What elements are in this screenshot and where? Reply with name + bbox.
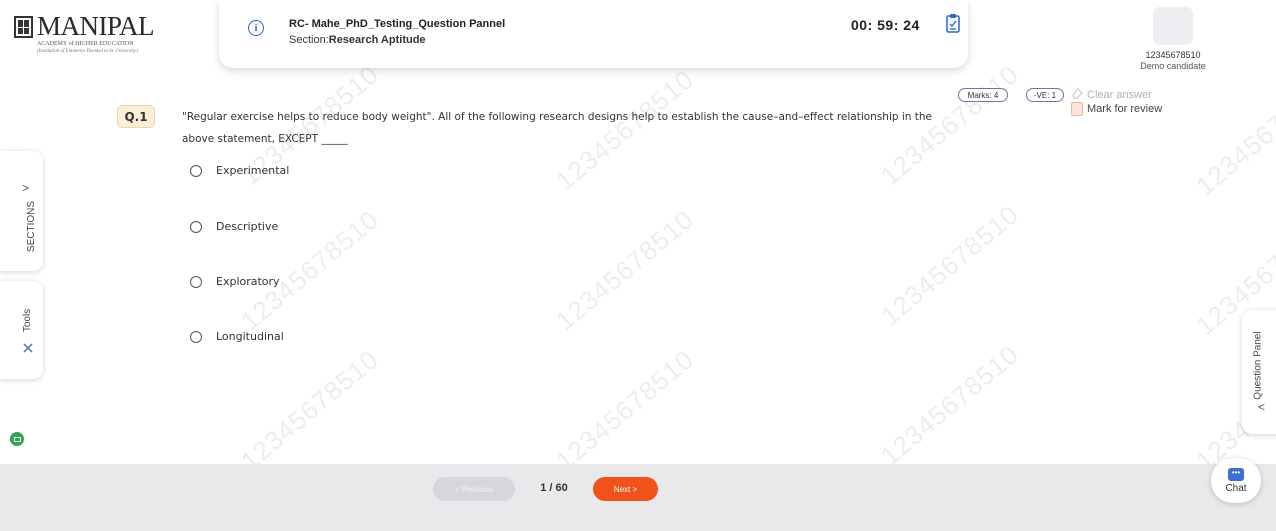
sections-label: SECTIONS [26,200,38,253]
candidate-id: 12345678510 [1145,50,1201,60]
chevron-left-icon: < [1258,400,1266,414]
question-counter: 1 / 60 [540,482,568,494]
radio-button[interactable] [190,330,202,343]
watermark: 12345678510 [549,203,700,337]
option-label: Descriptive [216,220,279,233]
clear-answer-button[interactable]: Clear answer [1071,87,1152,102]
countdown-timer: 00: 59: 24 [851,17,920,33]
next-button[interactable]: Next > [593,477,658,501]
radio-button[interactable] [190,275,202,288]
watermark: 12345678510 [1189,68,1276,202]
negative-marks-badge: -VE: 1 [1026,88,1064,102]
question-panel-label: Question Panel [1252,331,1264,400]
logo-tagline: (Institution of Eminence Deemed to be Un… [36,49,138,54]
chat-button[interactable]: ••• Chat [1211,458,1261,503]
question-text: "Regular exercise helps to reduce body w… [182,111,933,145]
logo-subtitle: ACADEMY of HIGHER EDUCATION [36,41,134,47]
question-panel-tab[interactable]: Question Panel < [1242,310,1276,434]
section-prefix: Section: [289,34,329,46]
avatar [1153,7,1193,45]
clipboard-icon[interactable] [946,13,960,37]
watermark: 12345678510 [874,198,1025,332]
radio-button[interactable] [190,220,202,233]
chat-label: Chat [1225,482,1247,494]
logo-title: MANIPAL [36,11,155,41]
clear-answer-label: Clear answer [1087,88,1152,101]
tools-tab[interactable]: Tools [0,281,43,379]
radio-button[interactable] [190,164,202,177]
camera-icon [10,432,24,446]
test-header: i RC- Mahe_PhD_Testing_Question Pannel S… [219,0,968,68]
watermark: 12345678510 [234,343,385,477]
section-info: Section:Research Aptitude [289,34,426,46]
info-icon[interactable]: i [248,20,264,36]
option-2[interactable]: Descriptive [190,220,278,233]
question-number: Q.1 [117,105,155,128]
mark-for-review-button[interactable]: Mark for review [1071,102,1162,116]
logo-emblem-icon [14,16,33,38]
sections-tab[interactable]: > SECTIONS [0,151,43,271]
chat-icon: ••• [1228,467,1244,481]
manipal-logo: MANIPAL ACADEMY of HIGHER EDUCATION (Ins… [14,11,155,68]
watermark: 12345678510 [874,338,1025,472]
previous-button[interactable]: < Previous [433,477,515,501]
option-label: Experimental [216,164,290,177]
tools-label: Tools [22,308,34,333]
option-3[interactable]: Exploratory [190,275,280,288]
test-name: RC- Mahe_PhD_Testing_Question Pannel [289,18,506,30]
bookmark-icon [1071,102,1083,116]
mark-for-review-label: Mark for review [1087,103,1163,115]
option-label: Longitudinal [216,330,284,343]
tools-icon [22,339,34,358]
eraser-icon [1071,87,1083,102]
chevron-right-icon: > [22,181,30,195]
candidate-name: Demo candidate [1140,61,1206,71]
option-4[interactable]: Longitudinal [190,330,284,343]
marks-badge: Marks: 4 [958,88,1008,102]
option-label: Exploratory [216,275,280,288]
section-name: Research Aptitude [328,34,426,46]
option-1[interactable]: Experimental [190,164,289,177]
watermark: 12345678510 [549,343,700,477]
